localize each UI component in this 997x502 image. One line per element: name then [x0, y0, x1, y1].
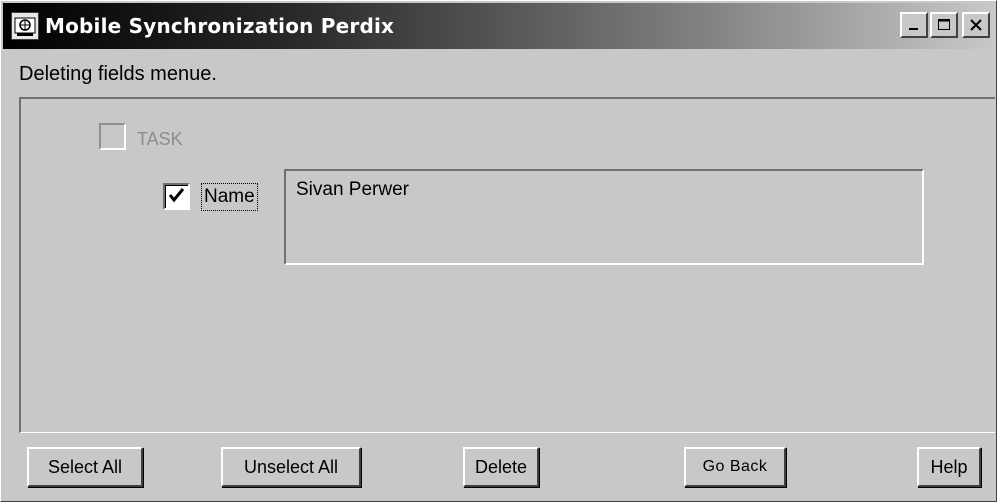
- go-back-button[interactable]: Go Back: [684, 447, 786, 487]
- app-window: Mobile Synchronization Perdix Deleting f: [0, 0, 997, 502]
- task-checkbox[interactable]: [99, 123, 126, 150]
- task-label: TASK: [137, 129, 183, 149]
- name-value-field[interactable]: Sivan Perwer: [284, 169, 924, 265]
- checkmark-icon: [168, 188, 185, 203]
- select-all-button[interactable]: Select All: [27, 447, 143, 487]
- unselect-all-button[interactable]: Unselect All: [221, 447, 361, 487]
- title-bar[interactable]: Mobile Synchronization Perdix: [3, 3, 994, 49]
- window-controls: [898, 12, 990, 38]
- window-title: Mobile Synchronization Perdix: [45, 14, 395, 38]
- close-icon: [970, 19, 982, 31]
- delete-button[interactable]: Delete: [463, 447, 539, 487]
- fields-panel: TASK Name Sivan Perwer: [19, 97, 995, 433]
- name-value-text: Sivan Perwer: [296, 179, 409, 200]
- maximize-icon: [938, 19, 950, 30]
- maximize-button[interactable]: [930, 12, 958, 38]
- minimize-icon: [909, 28, 918, 30]
- help-button[interactable]: Help: [917, 447, 981, 487]
- minimize-button[interactable]: [900, 12, 928, 38]
- name-label: Name: [201, 183, 258, 211]
- app-icon[interactable]: [11, 12, 39, 40]
- name-checkbox[interactable]: [163, 183, 190, 210]
- menu-caption: Deleting fields menue.: [19, 63, 217, 85]
- close-button[interactable]: [962, 12, 990, 38]
